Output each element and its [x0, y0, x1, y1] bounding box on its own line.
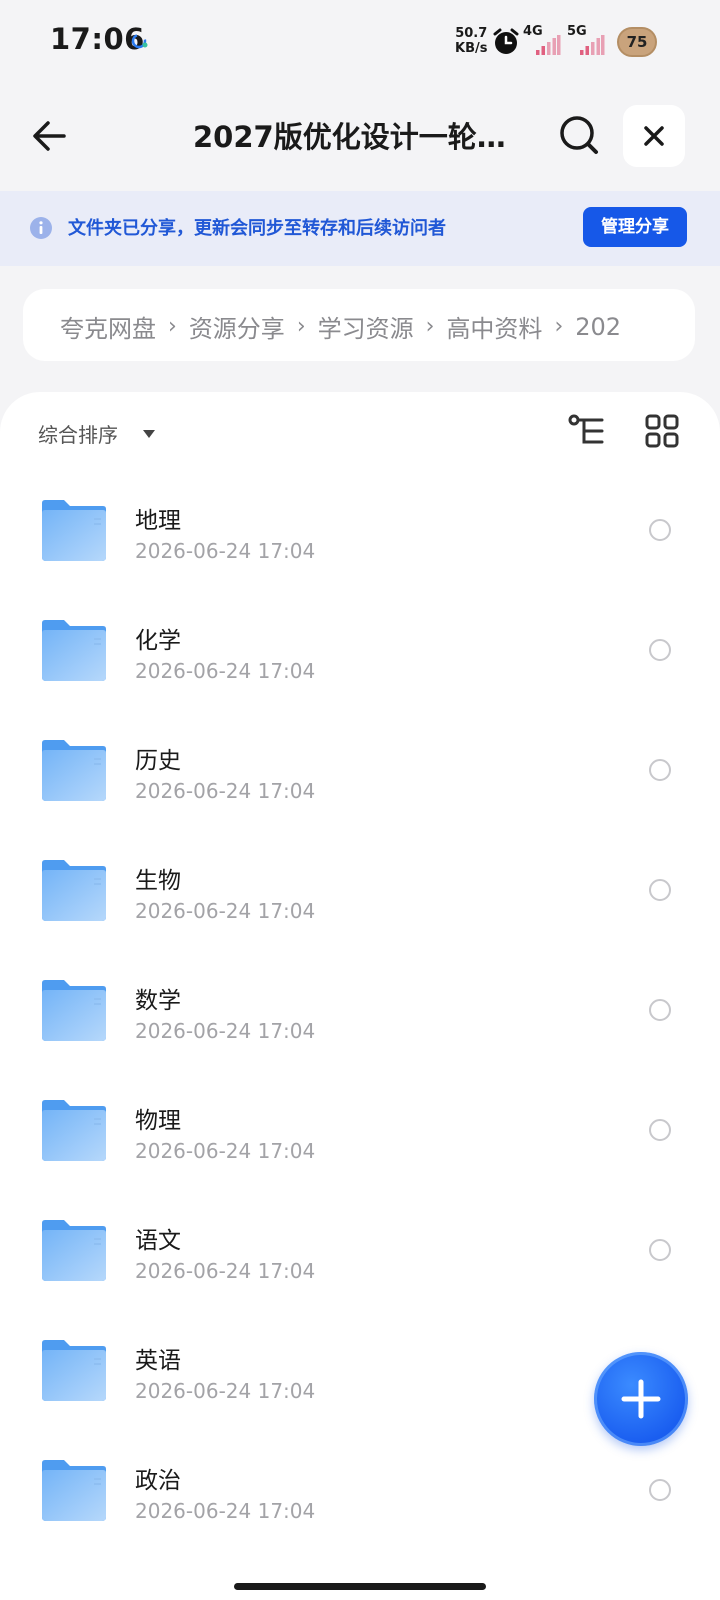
folder-icon — [40, 979, 108, 1043]
breadcrumb-item[interactable]: 夸克网盘 — [60, 309, 156, 344]
close-icon — [644, 126, 664, 146]
chevron-right-icon: › — [425, 314, 435, 339]
file-name: 化学 — [135, 628, 181, 654]
select-radio[interactable] — [649, 639, 671, 661]
select-radio[interactable] — [649, 879, 671, 901]
file-name: 语文 — [135, 1228, 181, 1254]
breadcrumb-item[interactable]: 资源分享 — [189, 309, 285, 344]
info-icon — [30, 217, 52, 239]
list-item[interactable]: 历史 2026-06-24 17:04 — [0, 717, 720, 837]
select-radio[interactable] — [649, 1479, 671, 1501]
sort-dropdown[interactable]: 综合排序 — [38, 419, 118, 448]
breadcrumb: 夸克网盘 › 资源分享 › 学习资源 › 高中资料 › 202 — [23, 289, 695, 361]
select-radio[interactable] — [649, 999, 671, 1021]
select-radio[interactable] — [649, 1239, 671, 1261]
manage-share-button[interactable]: 管理分享 — [583, 207, 687, 247]
file-date: 2026-06-24 17:04 — [135, 659, 316, 683]
file-date: 2026-06-24 17:04 — [135, 1499, 316, 1523]
file-name: 物理 — [135, 1108, 181, 1134]
breadcrumb-item[interactable]: 学习资源 — [318, 309, 414, 344]
select-radio[interactable] — [649, 519, 671, 541]
file-name: 政治 — [135, 1468, 181, 1494]
list-item[interactable]: 化学 2026-06-24 17:04 — [0, 597, 720, 717]
file-name: 英语 — [135, 1348, 181, 1374]
page-title: 2027版优化设计一轮… — [193, 120, 506, 154]
folder-icon — [40, 739, 108, 803]
list-item[interactable]: 数学 2026-06-24 17:04 — [0, 957, 720, 1077]
signal-bars-icon — [580, 35, 605, 55]
plus-icon — [621, 1379, 661, 1419]
select-radio[interactable] — [649, 1119, 671, 1141]
alarm-icon — [493, 28, 519, 54]
cloud-sync-icon — [131, 33, 148, 49]
list-item[interactable]: 语文 2026-06-24 17:04 — [0, 1197, 720, 1317]
close-button[interactable] — [623, 105, 685, 167]
search-icon[interactable] — [558, 114, 600, 156]
breadcrumb-item[interactable]: 202 — [575, 313, 621, 341]
chevron-right-icon: › — [554, 314, 564, 339]
file-date: 2026-06-24 17:04 — [135, 899, 316, 923]
file-name: 数学 — [135, 988, 181, 1014]
file-date: 2026-06-24 17:04 — [135, 539, 316, 563]
folder-icon — [40, 1459, 108, 1523]
list-item[interactable]: 生物 2026-06-24 17:04 — [0, 837, 720, 957]
file-date: 2026-06-24 17:04 — [135, 1139, 316, 1163]
caret-down-icon[interactable] — [142, 429, 156, 439]
net-speed-unit: KB/s — [455, 41, 488, 56]
share-banner: 文件夹已分享，更新会同步至转存和后续访问者 管理分享 — [0, 191, 720, 266]
folder-icon — [40, 859, 108, 923]
list-item[interactable]: 物理 2026-06-24 17:04 — [0, 1077, 720, 1197]
file-name: 地理 — [135, 508, 181, 534]
file-date: 2026-06-24 17:04 — [135, 1379, 316, 1403]
folder-icon — [40, 619, 108, 683]
grid-view-icon[interactable] — [645, 414, 679, 448]
folder-icon — [40, 499, 108, 563]
net-speed-value: 50.7 — [455, 26, 488, 41]
tree-view-icon[interactable] — [568, 414, 606, 448]
folder-icon — [40, 1099, 108, 1163]
folder-icon — [40, 1339, 108, 1403]
top-bar: 2027版优化设计一轮… — [0, 98, 720, 178]
breadcrumb-item[interactable]: 高中资料 — [446, 309, 542, 344]
home-indicator[interactable] — [234, 1583, 486, 1590]
status-bar: 17:06 50.7 KB/s 4G 5G 75 — [0, 0, 720, 84]
net-speed: 50.7 KB/s — [455, 26, 487, 56]
file-date: 2026-06-24 17:04 — [135, 779, 316, 803]
file-name: 生物 — [135, 868, 181, 894]
battery-indicator: 75 — [617, 27, 657, 57]
list-item[interactable]: 政治 2026-06-24 17:04 — [0, 1437, 720, 1557]
file-date: 2026-06-24 17:04 — [135, 1019, 316, 1043]
file-date: 2026-06-24 17:04 — [135, 1259, 316, 1283]
signal-bars-icon — [536, 35, 561, 55]
share-banner-text: 文件夹已分享，更新会同步至转存和后续访问者 — [68, 218, 446, 239]
file-name: 历史 — [135, 748, 181, 774]
chevron-right-icon: › — [296, 314, 306, 339]
list-item[interactable]: 地理 2026-06-24 17:04 — [0, 477, 720, 597]
back-arrow-icon[interactable] — [30, 116, 70, 156]
folder-icon — [40, 1219, 108, 1283]
select-radio[interactable] — [649, 759, 671, 781]
add-button[interactable] — [594, 1352, 688, 1446]
chevron-right-icon: › — [168, 314, 177, 339]
